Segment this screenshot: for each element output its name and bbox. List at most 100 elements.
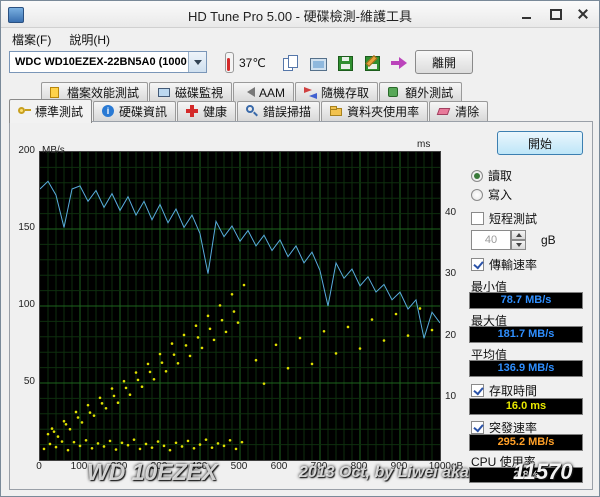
tab-label: 健康 [203, 103, 227, 120]
tab-health[interactable]: 健康 [177, 101, 236, 121]
tab-label: 硬碟資訊 [119, 103, 167, 120]
axis-label: 500 [223, 461, 255, 472]
access-time-label: 存取時間 [489, 382, 537, 399]
speaker-icon [242, 87, 255, 97]
burst-rate-value-box: 295.2 MB/s [469, 434, 583, 451]
read-radio[interactable]: 讀取 [471, 167, 512, 184]
tab-label: 隨機存取 [321, 84, 369, 101]
export-icon [390, 55, 408, 71]
close-button[interactable] [575, 6, 591, 22]
capture-button[interactable] [304, 49, 332, 77]
spinner-down-button[interactable] [511, 240, 526, 250]
short-stroke-checkbox[interactable]: 短程測試 [471, 210, 537, 227]
checkbox-icon [471, 212, 484, 225]
title-bar: HD Tune Pro 5.00 - 硬碟檢測-維護工具 [1, 1, 599, 28]
axis-label: 150 [9, 222, 35, 233]
short-stroke-label: 短程測試 [489, 210, 537, 227]
radio-icon [471, 189, 483, 201]
max-value-box: 181.7 MB/s [469, 326, 583, 343]
menu-bar: 檔案(F) 說明(H) [3, 28, 119, 51]
radio-icon [471, 170, 483, 182]
min-value-box: 78.7 MB/s [469, 292, 583, 309]
access-time-value-box: 16.0 ms [469, 398, 583, 415]
checkbox-icon [471, 258, 484, 271]
thermometer-icon [225, 52, 234, 73]
benchmark-icon [18, 105, 31, 118]
copy-button[interactable] [277, 49, 305, 77]
axis-label: 40 [445, 207, 456, 218]
chart-area: 50100150200MB/s10203040ms010020030040050… [9, 139, 461, 477]
transfer-rate-checkbox[interactable]: 傳輸速率 [471, 256, 537, 273]
drive-select[interactable]: WDC WD10EZEX-22BN5A0 (1000 gB) [9, 51, 207, 73]
write-radio[interactable]: 寫入 [471, 186, 512, 203]
start-button[interactable]: 開始 [497, 131, 583, 155]
chevron-down-icon [188, 52, 206, 72]
spinner-value[interactable]: 40 [471, 230, 511, 250]
exit-button[interactable]: 離開 [415, 50, 473, 74]
tab-label: 磁碟監視 [175, 84, 223, 101]
read-radio-label: 讀取 [488, 167, 512, 184]
tab-label: 標準測試 [35, 103, 83, 120]
menu-item-file[interactable]: 檔案(F) [3, 28, 60, 51]
tab-row-primary: 標準測試 硬碟資訊 健康 錯誤掃描 資料夾使用率 清除 [9, 101, 489, 123]
menu-item-help[interactable]: 說明(H) [60, 28, 119, 51]
save-icon [338, 56, 353, 71]
save-as-button[interactable] [358, 49, 386, 77]
capture-icon [310, 58, 327, 71]
tab-label: 錯誤掃描 [263, 103, 311, 120]
tab-label: 額外測試 [405, 84, 453, 101]
disk-monitor-icon [158, 88, 170, 97]
short-stroke-unit: gB [541, 233, 556, 247]
tab-folder-usage[interactable]: 資料夾使用率 [321, 101, 428, 121]
tab-erase[interactable]: 清除 [429, 101, 488, 121]
watermark-middle: 2013 Oct, by Liwei aka [299, 464, 469, 482]
tab-label: 資料夾使用率 [347, 103, 419, 120]
axis-label: 200 [9, 145, 35, 156]
watermark-number: 11570 [513, 459, 573, 485]
axis-label: 10 [445, 391, 456, 402]
temperature-value: 37℃ [239, 56, 266, 70]
axis-label: MB/s [42, 145, 65, 156]
axis-label: 30 [445, 268, 456, 279]
tab-extra-tests[interactable]: 額外測試 [379, 82, 462, 102]
tab-error-scan[interactable]: 錯誤掃描 [237, 101, 320, 121]
transfer-rate-label: 傳輸速率 [489, 256, 537, 273]
info-icon [102, 105, 114, 117]
tab-row-secondary: 檔案效能測試 磁碟監視 AAM 隨機存取 額外測試 [41, 82, 463, 102]
short-stroke-spinner[interactable]: 40 [471, 230, 526, 250]
axis-label: 20 [445, 330, 456, 341]
benchmark-plot [39, 151, 441, 461]
folder-icon [330, 108, 342, 116]
drive-select-value: WDC WD10EZEX-22BN5A0 (1000 gB) [10, 56, 188, 68]
axis-label: 0 [23, 461, 55, 472]
checkbox-icon [471, 421, 484, 434]
tab-label: AAM [259, 86, 285, 100]
tab-disk-monitor[interactable]: 磁碟監視 [149, 82, 232, 102]
tab-aam[interactable]: AAM [233, 82, 294, 102]
tab-label: 清除 [455, 103, 479, 120]
minimize-button[interactable] [519, 6, 535, 22]
axis-label: 100 [9, 299, 35, 310]
tab-benchmark[interactable]: 標準測試 [9, 99, 92, 123]
tab-random-access[interactable]: 隨機存取 [295, 82, 378, 102]
export-button[interactable] [385, 49, 413, 77]
magnifier-icon [246, 105, 259, 118]
tab-disk-info[interactable]: 硬碟資訊 [93, 101, 176, 121]
axis-label: ms [417, 139, 430, 150]
checkbox-icon [471, 384, 484, 397]
watermark-left: WD 10EZEX [87, 459, 217, 486]
save-button[interactable] [331, 49, 359, 77]
app-window: HD Tune Pro 5.00 - 硬碟檢測-維護工具 檔案(F) 說明(H)… [0, 0, 600, 497]
eraser-icon [437, 108, 451, 115]
write-radio-label: 寫入 [488, 186, 512, 203]
random-access-icon [304, 86, 317, 99]
access-time-checkbox[interactable]: 存取時間 [471, 382, 537, 399]
maximize-button[interactable] [547, 6, 563, 22]
axis-label: 50 [9, 376, 35, 387]
health-cross-icon [186, 105, 199, 118]
extra-tests-icon [388, 87, 398, 97]
file-benchmark-icon [50, 87, 59, 98]
axis-label: 600 [263, 461, 295, 472]
spinner-up-button[interactable] [511, 230, 526, 240]
avg-value-box: 136.9 MB/s [469, 360, 583, 377]
